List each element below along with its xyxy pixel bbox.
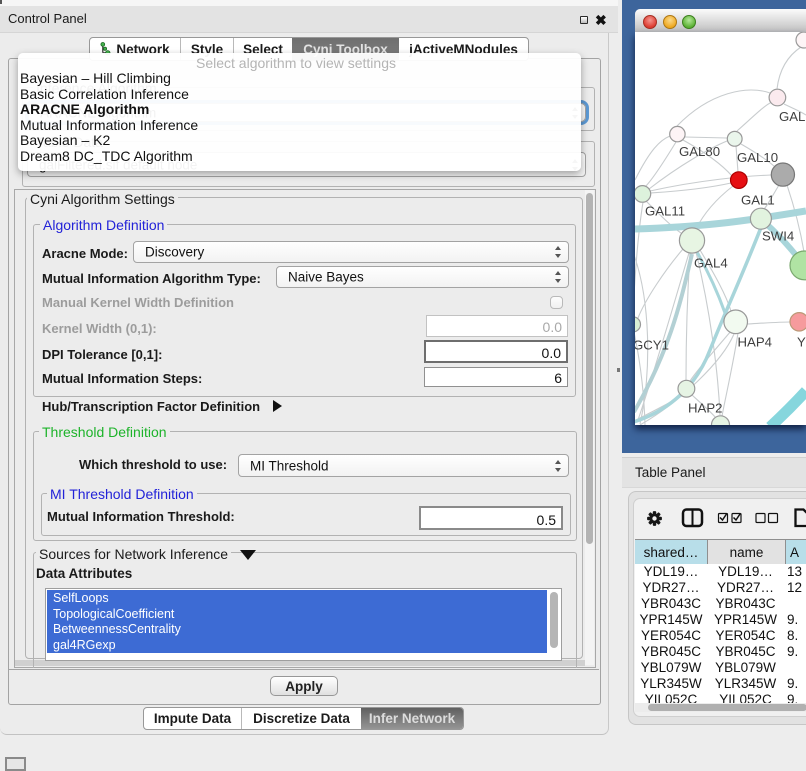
svg-text:GAL11: GAL11 <box>645 204 685 219</box>
svg-text:GAL2: GAL2 <box>779 109 806 124</box>
svg-text:HAP2: HAP2 <box>688 401 722 416</box>
svg-text:GAL10: GAL10 <box>737 150 778 165</box>
svg-text:HAP4: HAP4 <box>738 335 772 350</box>
svg-text:SWI4: SWI4 <box>762 229 794 244</box>
svg-text:GCY1: GCY1 <box>635 338 669 353</box>
svg-text:GAL80: GAL80 <box>679 144 720 159</box>
svg-text:GAL4: GAL4 <box>694 256 728 271</box>
svg-text:Y: Y <box>797 335 806 350</box>
svg-text:GAL1: GAL1 <box>741 193 775 208</box>
